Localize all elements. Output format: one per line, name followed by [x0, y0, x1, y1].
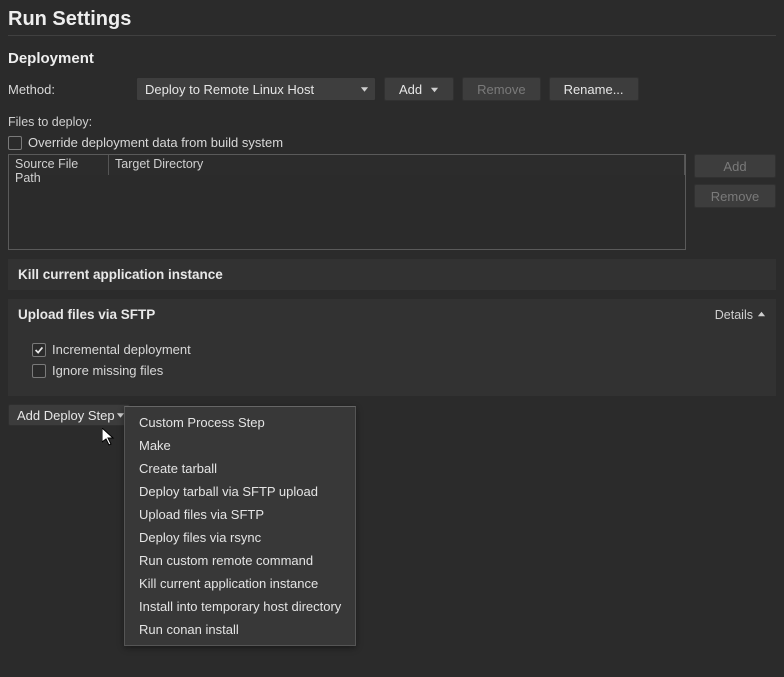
- menu-item[interactable]: Make: [125, 434, 355, 457]
- method-select-value: Deploy to Remote Linux Host: [145, 82, 314, 97]
- menu-item[interactable]: Custom Process Step: [125, 411, 355, 434]
- menu-item[interactable]: Deploy tarball via SFTP upload: [125, 480, 355, 503]
- chevron-down-icon: [430, 82, 439, 97]
- add-deploy-step-menu: Custom Process Step Make Create tarball …: [124, 406, 356, 646]
- chevron-up-icon: [757, 308, 766, 322]
- menu-item[interactable]: Deploy files via rsync: [125, 526, 355, 549]
- method-remove-button[interactable]: Remove: [462, 77, 540, 101]
- files-remove-button[interactable]: Remove: [694, 184, 776, 208]
- ignore-missing-checkbox-label: Ignore missing files: [52, 363, 163, 378]
- ignore-missing-checkbox[interactable]: [32, 364, 46, 378]
- files-add-label: Add: [723, 159, 746, 174]
- method-rename-button[interactable]: Rename...: [549, 77, 639, 101]
- add-deploy-step-label: Add Deploy Step: [17, 408, 115, 423]
- menu-item[interactable]: Kill current application instance: [125, 572, 355, 595]
- files-table[interactable]: Source File Path Target Directory: [8, 154, 686, 250]
- incremental-checkbox[interactable]: [32, 343, 46, 357]
- menu-item[interactable]: Run conan install: [125, 618, 355, 641]
- column-target-directory[interactable]: Target Directory: [109, 155, 685, 175]
- deployment-section-title: Deployment: [8, 50, 776, 67]
- cursor-icon: [102, 428, 118, 451]
- files-remove-label: Remove: [711, 189, 759, 204]
- menu-item[interactable]: Install into temporary host directory: [125, 595, 355, 618]
- step-title: Kill current application instance: [18, 267, 223, 282]
- method-label: Method:: [8, 82, 128, 97]
- details-toggle[interactable]: Details: [715, 308, 766, 322]
- files-add-button[interactable]: Add: [694, 154, 776, 178]
- details-label: Details: [715, 308, 753, 322]
- divider: [8, 35, 776, 36]
- method-add-label: Add: [399, 82, 422, 97]
- files-to-deploy-label: Files to deploy:: [8, 115, 776, 129]
- override-checkbox[interactable]: [8, 136, 22, 150]
- method-select[interactable]: Deploy to Remote Linux Host: [136, 77, 376, 101]
- step-kill-instance: Kill current application instance: [8, 258, 776, 290]
- menu-item[interactable]: Run custom remote command: [125, 549, 355, 572]
- method-add-button[interactable]: Add: [384, 77, 454, 101]
- chevron-down-icon: [360, 82, 369, 97]
- override-checkbox-label: Override deployment data from build syst…: [28, 135, 283, 150]
- incremental-checkbox-label: Incremental deployment: [52, 342, 191, 357]
- method-rename-label: Rename...: [564, 82, 624, 97]
- column-source-file-path[interactable]: Source File Path: [9, 155, 109, 175]
- add-deploy-step-button[interactable]: Add Deploy Step: [8, 404, 130, 426]
- menu-item[interactable]: Upload files via SFTP: [125, 503, 355, 526]
- method-remove-label: Remove: [477, 82, 525, 97]
- step-upload-sftp: Upload files via SFTP Details Incrementa…: [8, 298, 776, 396]
- step-title: Upload files via SFTP: [18, 307, 155, 322]
- menu-item[interactable]: Create tarball: [125, 457, 355, 480]
- page-title: Run Settings: [8, 8, 776, 31]
